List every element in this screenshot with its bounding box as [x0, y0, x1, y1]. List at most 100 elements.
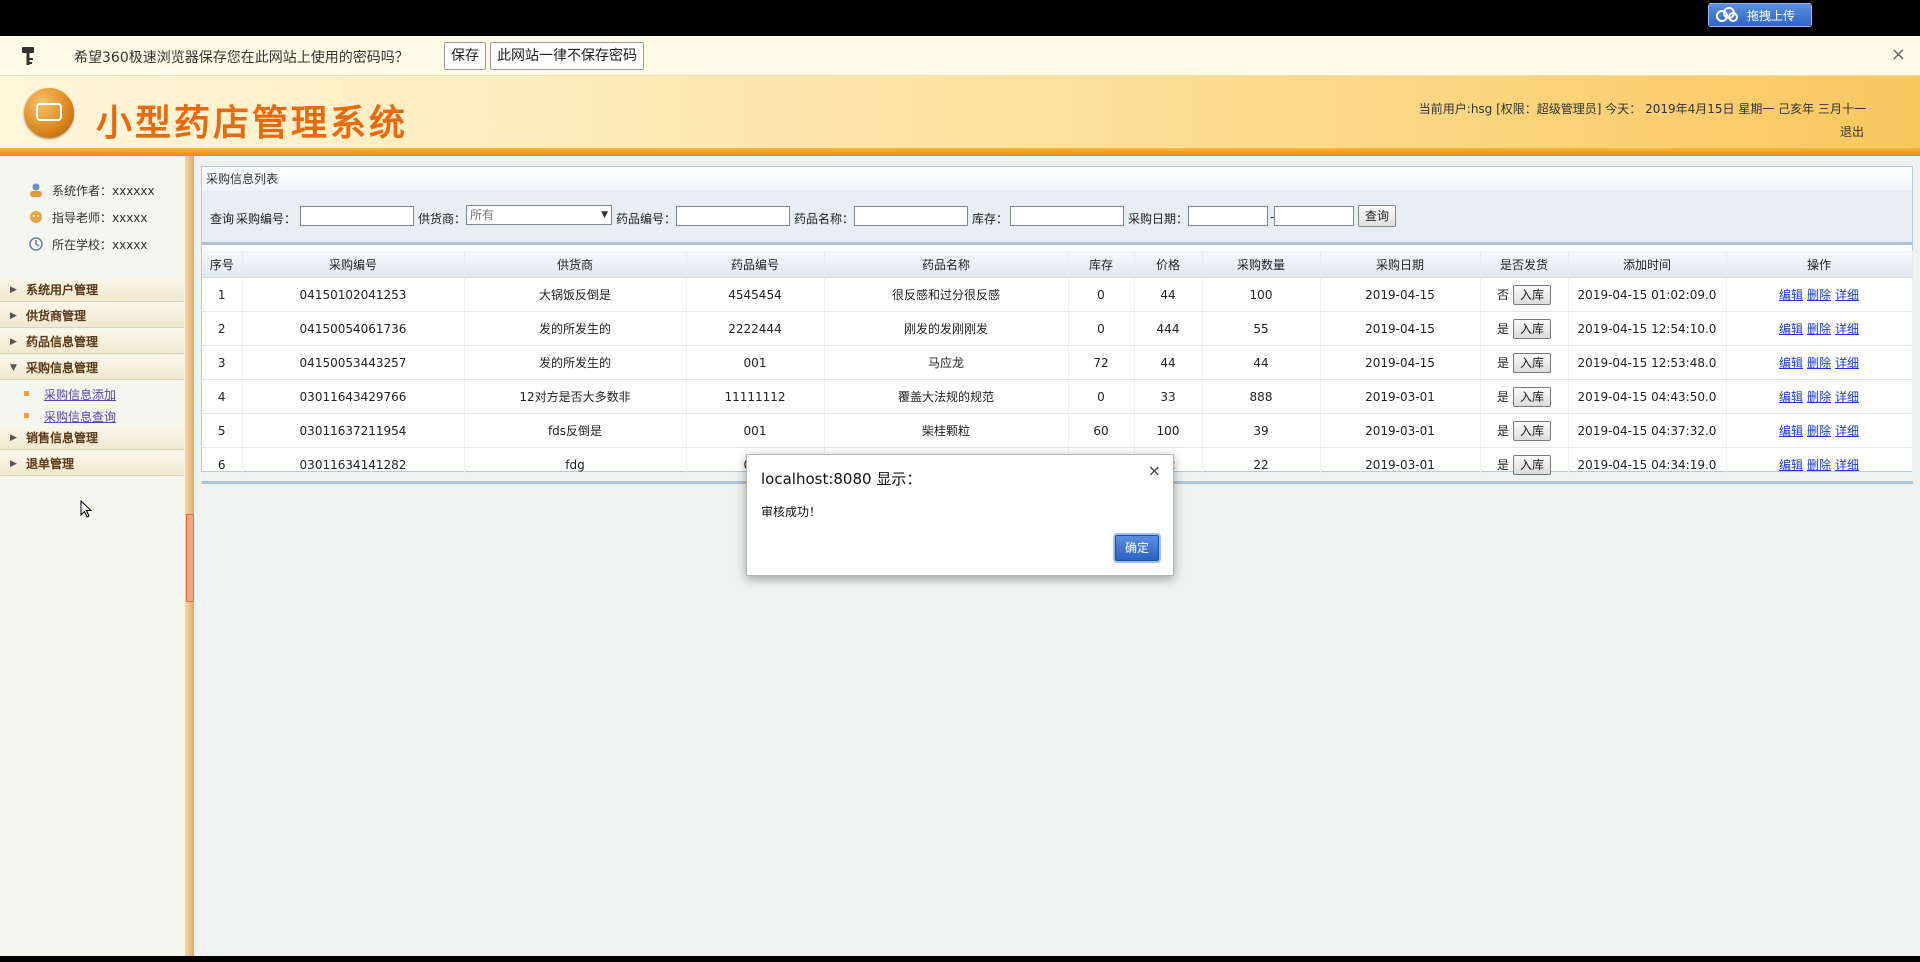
col-qty: 采购数量	[1202, 251, 1321, 278]
submenu-label: 采购信息查询	[44, 410, 117, 424]
save-password-message: 希望360极速浏览器保存您在此网站上使用的密码吗？	[74, 50, 409, 66]
menu-label: 系统用户管理	[26, 283, 99, 297]
app-title: 小型药店管理系统	[96, 102, 409, 144]
bottom-strip	[0, 956, 1920, 962]
sidebar-school-text: 所在学校：xxxxx	[52, 238, 148, 252]
stock-in-button[interactable]: 入库	[1513, 454, 1552, 475]
edit-link[interactable]: 编辑	[1779, 390, 1803, 404]
cell-date: 2019-03-01	[1320, 379, 1481, 414]
purchase-no-input[interactable]	[300, 206, 414, 226]
school-icon	[29, 237, 43, 251]
stock-in-button[interactable]: 入库	[1513, 386, 1552, 407]
cell-price: 33	[1134, 379, 1203, 414]
col-added: 添加时间	[1568, 251, 1727, 278]
menu-suppliers[interactable]: ▶ 供货商管理	[0, 304, 184, 328]
sidebar-author-text: 系统作者：xxxxxx	[52, 184, 155, 198]
cell-supplier: fdg	[464, 447, 687, 484]
edit-link[interactable]: 编辑	[1779, 322, 1803, 336]
cell-added: 2019-04-15 12:53:48.0	[1568, 345, 1727, 380]
cell-shipped: 是入库	[1480, 379, 1569, 414]
submenu-purchase-query[interactable]: 采购信息查询	[24, 408, 117, 425]
sidebar: 系统作者：xxxxxx 指导老师：xxxxx 所在学校：xxxxx ▶ 系统用户管…	[0, 156, 186, 956]
cell-shipped: 是入库	[1480, 447, 1569, 484]
edit-link[interactable]: 编辑	[1779, 288, 1803, 302]
mouse-cursor-icon	[80, 500, 92, 518]
cell-purchase-no: 03011643429766	[242, 379, 465, 414]
bullet-icon	[24, 413, 29, 418]
save-password-bar: 希望360极速浏览器保存您在此网站上使用的密码吗？ 保存 此网站一律不保存密码 …	[0, 36, 1920, 76]
menu-sales-info[interactable]: ▶ 销售信息管理	[0, 426, 184, 450]
drug-name-input[interactable]	[854, 206, 968, 226]
cell-drug-name: 刚发的发刚刚发	[824, 311, 1069, 346]
dialog-ok-button[interactable]: 确定	[1115, 535, 1159, 561]
cell-price: 444	[1134, 311, 1203, 346]
cell-purchase-no: 04150054061736	[242, 311, 465, 346]
current-user-info: 当前用户:hsg [权限：超级管理员] 今天： 2019年4月15日 星期一 己…	[1418, 102, 1866, 116]
stock-in-button[interactable]: 入库	[1513, 420, 1552, 441]
close-icon[interactable]: ×	[1148, 461, 1161, 480]
drug-no-input[interactable]	[676, 206, 790, 226]
cell-date: 2019-03-01	[1320, 413, 1481, 448]
triangle-right-icon: ▶	[10, 285, 17, 295]
edit-link[interactable]: 编辑	[1779, 356, 1803, 370]
dialog-message: 审核成功！	[761, 505, 822, 519]
edit-link[interactable]: 编辑	[1779, 424, 1803, 438]
purchase-list-panel: 采购信息列表 查询 采购编号： 供货商： 所有 ▼ 药品编号： 药品名称： 库存：…	[201, 166, 1913, 484]
detail-link[interactable]: 详细	[1835, 424, 1859, 438]
delete-link[interactable]: 删除	[1807, 288, 1831, 302]
stock-input[interactable]	[1010, 206, 1124, 226]
menu-purchase-info[interactable]: ▼ 采购信息管理	[0, 356, 184, 380]
app-logo	[24, 88, 74, 138]
collapse-handle[interactable]	[186, 514, 194, 602]
detail-link[interactable]: 详细	[1835, 288, 1859, 302]
submenu-purchase-add[interactable]: 采购信息添加	[24, 386, 116, 403]
triangle-right-icon: ▶	[10, 337, 17, 347]
cell-supplier: fds反倒是	[464, 413, 687, 448]
save-password-button[interactable]: 保存	[444, 42, 486, 70]
menu-label: 供货商管理	[26, 309, 87, 323]
menu-drug-info[interactable]: ▶ 药品信息管理	[0, 330, 184, 354]
cell-actions: 编辑 删除 详细	[1726, 447, 1913, 484]
close-icon[interactable]: ×	[1891, 44, 1906, 65]
drag-upload-label: 拖拽上传	[1747, 9, 1796, 23]
delete-link[interactable]: 删除	[1807, 390, 1831, 404]
cell-qty: 39	[1202, 413, 1321, 448]
cell-qty: 22	[1202, 447, 1321, 484]
table-row: 2 04150054061736 发的所发生的 2222444 刚发的发刚刚发 …	[202, 311, 1913, 346]
cell-price: 44	[1134, 277, 1203, 312]
date-to-input[interactable]	[1274, 206, 1354, 226]
browser-top-strip: 拖拽上传	[0, 0, 1920, 36]
detail-link[interactable]: 详细	[1835, 322, 1859, 336]
menu-refunds[interactable]: ▶ 退单管理	[0, 452, 184, 476]
drag-upload-button[interactable]: 拖拽上传	[1708, 3, 1812, 27]
delete-link[interactable]: 删除	[1807, 458, 1831, 472]
logout-link[interactable]: 退出	[1840, 123, 1864, 140]
delete-link[interactable]: 删除	[1807, 424, 1831, 438]
delete-link[interactable]: 删除	[1807, 322, 1831, 336]
sidebar-author: 系统作者：xxxxxx	[28, 182, 155, 199]
delete-link[interactable]: 删除	[1807, 356, 1831, 370]
never-save-password-button[interactable]: 此网站一律不保存密码	[490, 42, 644, 70]
supplier-select[interactable]: 所有 ▼	[466, 205, 612, 225]
cell-no: 4	[202, 379, 243, 414]
cell-purchase-no: 03011637211954	[242, 413, 465, 448]
detail-link[interactable]: 详细	[1835, 390, 1859, 404]
date-from-input[interactable]	[1188, 206, 1268, 226]
col-supplier: 供货商	[464, 251, 687, 278]
menu-system-users[interactable]: ▶ 系统用户管理	[0, 278, 184, 302]
supplier-label: 供货商：	[418, 212, 467, 226]
stock-in-button[interactable]: 入库	[1513, 352, 1552, 373]
sidebar-splitter[interactable]	[186, 156, 194, 956]
detail-link[interactable]: 详细	[1835, 356, 1859, 370]
table-row: 1 04150102041253 大锅饭反倒是 4545454 很反感和过分很反…	[202, 277, 1913, 312]
stock-in-button[interactable]: 入库	[1513, 318, 1552, 339]
detail-link[interactable]: 详细	[1835, 458, 1859, 472]
shipped-value: 是	[1496, 423, 1509, 438]
edit-link[interactable]: 编辑	[1779, 458, 1803, 472]
triangle-down-icon: ▼	[10, 363, 17, 373]
shipped-value: 是	[1496, 321, 1509, 336]
triangle-right-icon: ▶	[10, 311, 17, 321]
cell-date: 2019-04-15	[1320, 345, 1481, 380]
query-button[interactable]: 查询	[1358, 205, 1397, 227]
stock-in-button[interactable]: 入库	[1513, 284, 1552, 305]
